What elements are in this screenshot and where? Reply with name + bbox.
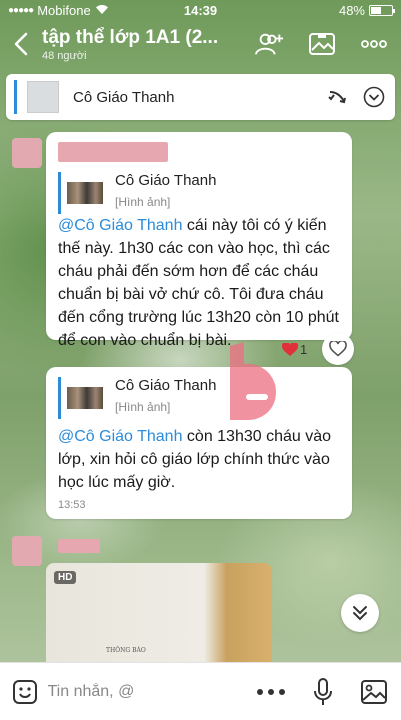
battery-icon bbox=[369, 4, 395, 16]
status-bar: ●●●●● Mobifone 14:39 48% bbox=[0, 0, 401, 20]
sender-name-redacted bbox=[58, 142, 168, 162]
emoji-button[interactable] bbox=[8, 675, 42, 709]
react-button[interactable] bbox=[322, 333, 354, 365]
reaction-summary[interactable]: 1 bbox=[282, 342, 307, 357]
image-message[interactable]: HD THÔNG BÁO bbox=[46, 563, 272, 663]
reaction-count: 1 bbox=[300, 342, 308, 357]
quote-type: [Hình ảnh] bbox=[115, 195, 171, 209]
message-time: 13:53 bbox=[58, 499, 86, 511]
hd-badge: HD bbox=[54, 571, 77, 584]
message-input[interactable] bbox=[47, 674, 255, 709]
expand-icon bbox=[363, 86, 385, 108]
signal-icon: ●●●●● bbox=[8, 4, 34, 16]
pin-button[interactable] bbox=[323, 82, 353, 112]
more-options-button[interactable] bbox=[255, 675, 289, 709]
quote-name: Cô Giáo Thanh bbox=[115, 377, 217, 394]
clock: 14:39 bbox=[183, 2, 218, 18]
sender-name-redacted bbox=[58, 539, 100, 553]
gallery-button[interactable] bbox=[307, 29, 337, 59]
heart-outline-icon bbox=[329, 341, 347, 357]
quoted-message[interactable]: Cô Giáo Thanh [Hình ảnh] bbox=[58, 172, 216, 214]
voice-button[interactable] bbox=[306, 675, 340, 709]
photo-button[interactable] bbox=[358, 675, 392, 709]
microphone-icon bbox=[313, 677, 332, 705]
message-text: @Cô Giáo Thanh cái này tôi có ý kiến thế… bbox=[58, 214, 348, 352]
battery-fill bbox=[371, 6, 381, 14]
pinned-message[interactable]: Cô Giáo Thanh bbox=[6, 74, 395, 120]
mention-link[interactable]: @Cô Giáo Thanh bbox=[58, 217, 182, 234]
message-text: @Cô Giáo Thanh còn 13h30 cháu vào lớp, x… bbox=[58, 425, 348, 494]
wifi-icon bbox=[95, 3, 109, 18]
back-button[interactable] bbox=[0, 20, 42, 68]
member-count: 48 người bbox=[42, 49, 87, 62]
mention-link[interactable]: @Cô Giáo Thanh bbox=[58, 428, 182, 445]
more-icon bbox=[361, 40, 387, 48]
chat-header: tập thể lớp 1A1 (2... 48 người bbox=[0, 20, 401, 68]
add-member-icon bbox=[255, 33, 284, 55]
quote-type: [Hình ảnh] bbox=[115, 400, 171, 414]
composer-bar bbox=[0, 662, 401, 720]
emoji-icon bbox=[12, 679, 37, 704]
quote-thumbnail bbox=[67, 387, 103, 409]
scroll-to-bottom-button[interactable] bbox=[341, 594, 379, 632]
quoted-message[interactable]: Cô Giáo Thanh [Hình ảnh] bbox=[58, 377, 216, 419]
back-icon bbox=[14, 32, 28, 56]
document-title: THÔNG BÁO bbox=[106, 647, 146, 654]
double-chevron-down-icon bbox=[353, 606, 367, 621]
message-bubble[interactable]: Cô Giáo Thanh [Hình ảnh] @Cô Giáo Thanh … bbox=[46, 367, 352, 519]
expand-button[interactable] bbox=[359, 82, 389, 112]
quote-accent-bar bbox=[58, 377, 61, 419]
message-bubble[interactable]: Cô Giáo Thanh [Hình ảnh] @Cô Giáo Thanh … bbox=[46, 132, 352, 357]
group-info[interactable]: tập thể lớp 1A1 (2... 48 người bbox=[42, 27, 255, 62]
pinned-thumbnail bbox=[27, 81, 59, 113]
avatar[interactable] bbox=[12, 138, 42, 168]
carrier-label: Mobifone bbox=[37, 2, 91, 18]
quote-accent-bar bbox=[58, 172, 61, 214]
pinned-accent-bar bbox=[14, 80, 17, 114]
watermark-logo bbox=[230, 342, 276, 420]
battery-percent: 48% bbox=[338, 2, 365, 18]
gallery-icon bbox=[309, 33, 335, 55]
avatar[interactable] bbox=[12, 536, 42, 566]
more-icon bbox=[257, 688, 286, 695]
quote-name: Cô Giáo Thanh bbox=[115, 172, 217, 189]
heart-icon bbox=[282, 342, 298, 356]
pinned-name: Cô Giáo Thanh bbox=[73, 88, 175, 106]
add-member-button[interactable] bbox=[255, 29, 285, 59]
group-title: tập thể lớp 1A1 (2... bbox=[42, 26, 219, 48]
message-body: cái này tôi có ý kiến thế này. 1h30 các … bbox=[58, 217, 339, 349]
image-icon bbox=[361, 679, 388, 704]
pin-icon bbox=[328, 91, 346, 104]
quote-thumbnail bbox=[67, 182, 103, 204]
more-button[interactable] bbox=[359, 29, 389, 59]
